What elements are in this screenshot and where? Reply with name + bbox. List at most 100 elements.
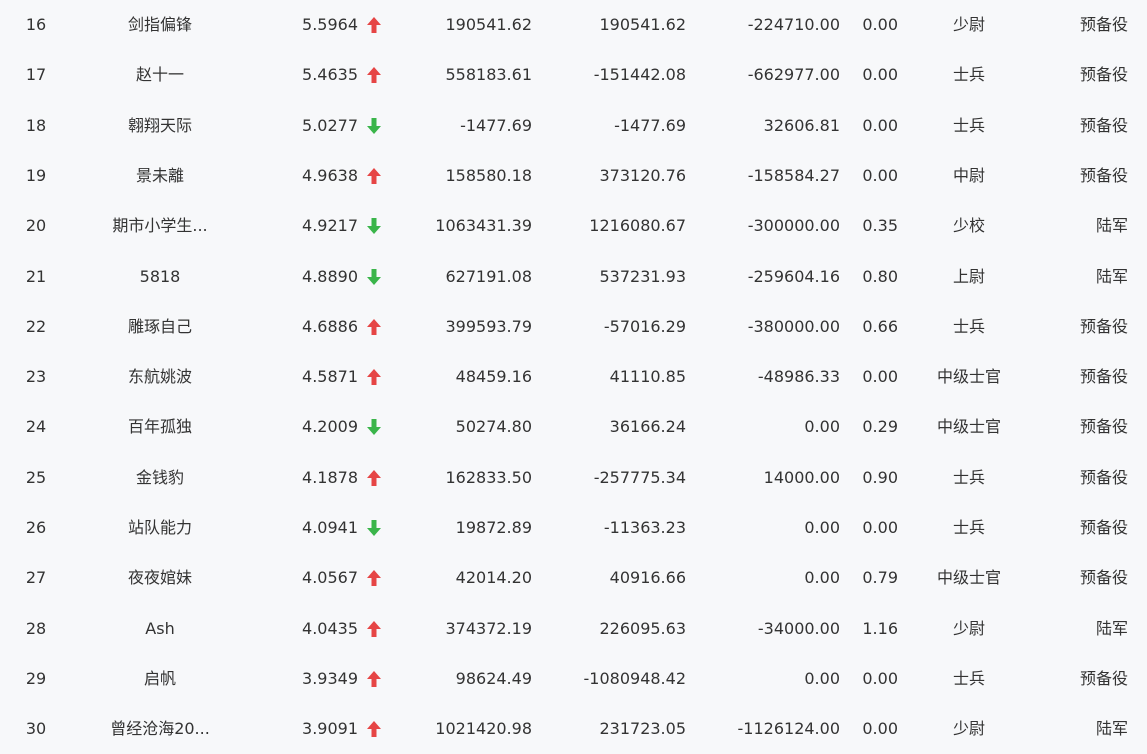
value4-cell: 0.79 xyxy=(862,568,898,588)
table-row[interactable]: 19 景未離 4.9638 158580.18 373120.76 -158584.27 0… xyxy=(0,151,1147,201)
table-row[interactable]: 30 曾经沧海20... 3.9091 1021420.98 231723.05 -112… xyxy=(0,704,1147,754)
value2-cell: 373120.76 xyxy=(599,165,686,185)
military-rank-cell: 士兵 xyxy=(952,65,985,85)
value4-cell: 0.90 xyxy=(862,467,898,487)
ratio-cell: 5.0277 xyxy=(302,115,358,135)
name-cell: 剑指偏锋 xyxy=(127,15,192,34)
value3-cell: -1126124.00 xyxy=(737,719,840,739)
value2-cell: 231723.05 xyxy=(599,719,686,739)
value3-cell: 0.00 xyxy=(804,417,840,437)
table-row[interactable]: 24 百年孤独 4.2009 50274.80 36166.24 0.00 0.29 中级士官… xyxy=(0,402,1147,452)
value2-cell: 36166.24 xyxy=(609,417,686,437)
name-cell: 景未離 xyxy=(135,165,184,185)
arrow-up-icon xyxy=(366,302,386,352)
name-cell: 曾经沧海20... xyxy=(110,719,210,739)
value2-cell: -57016.29 xyxy=(603,316,686,336)
value3-cell: -48986.33 xyxy=(757,367,840,387)
branch-cell: 预备役 xyxy=(1079,115,1128,135)
military-rank-cell: 中级士官 xyxy=(936,417,1001,437)
arrow-up-icon xyxy=(366,704,386,754)
value3-cell: -380000.00 xyxy=(747,316,840,336)
table-row[interactable]: 28 Ash 4.0435 374372.19 226095.63 -34000.00 1.… xyxy=(0,604,1147,654)
value2-cell: -1080948.42 xyxy=(583,668,686,688)
value2-cell: 40916.66 xyxy=(609,568,686,588)
rank-cell: 23 xyxy=(25,367,47,387)
value1-cell: 19872.89 xyxy=(455,518,532,537)
value2-cell: 41110.85 xyxy=(609,367,686,387)
value4-cell: 0.00 xyxy=(862,65,898,85)
value4-cell: 0.80 xyxy=(862,266,898,286)
name-cell: Ash xyxy=(145,618,175,638)
table-row[interactable]: 25 金钱豹 4.1878 162833.50 -257775.34 14000.00 0.… xyxy=(0,453,1147,503)
military-rank-cell: 士兵 xyxy=(952,518,985,537)
table-row[interactable]: 22 雕琢自己 4.6886 399593.79 -57016.29 -380000.00… xyxy=(0,302,1147,352)
military-rank-cell: 上尉 xyxy=(952,266,985,286)
rank-cell: 25 xyxy=(25,467,47,487)
value4-cell: 0.29 xyxy=(862,417,898,437)
value2-cell: 1216080.67 xyxy=(589,216,686,236)
name-cell: 雕琢自己 xyxy=(127,316,192,336)
military-rank-cell: 少校 xyxy=(952,216,985,236)
value4-cell: 0.00 xyxy=(862,115,898,135)
value2-cell: -11363.23 xyxy=(603,518,686,537)
branch-cell: 陆军 xyxy=(1095,618,1128,638)
rank-cell: 26 xyxy=(25,518,47,537)
arrow-up-icon xyxy=(366,654,386,704)
table-row[interactable]: 27 夜夜婠妹 4.0567 42014.20 40916.66 0.00 0.79 中级士官… xyxy=(0,553,1147,603)
rank-cell: 18 xyxy=(25,115,47,135)
table-row[interactable]: 21 5818 4.8890 627191.08 537231.93 -259604.16… xyxy=(0,252,1147,302)
value4-cell: 0.00 xyxy=(862,165,898,185)
military-rank-cell: 少尉 xyxy=(952,719,985,739)
value2-cell: 190541.62 xyxy=(599,15,686,34)
value4-cell: 0.66 xyxy=(862,316,898,336)
rank-cell: 30 xyxy=(25,719,47,739)
branch-cell: 预备役 xyxy=(1079,518,1128,537)
ratio-cell: 4.6886 xyxy=(302,316,358,336)
ratio-cell: 4.1878 xyxy=(302,467,358,487)
rank-cell: 19 xyxy=(25,165,47,185)
ratio-cell: 4.8890 xyxy=(302,266,358,286)
ratio-cell: 3.9349 xyxy=(302,668,358,688)
value1-cell: 158580.18 xyxy=(445,165,532,185)
ratio-cell: 4.2009 xyxy=(302,417,358,437)
name-cell: 金钱豹 xyxy=(135,467,184,487)
rank-cell: 29 xyxy=(25,668,47,688)
table-row[interactable]: 16 剑指偏锋 5.5964 190541.62 190541.62 -224710.00… xyxy=(0,0,1147,50)
branch-cell: 预备役 xyxy=(1079,467,1128,487)
rank-cell: 16 xyxy=(25,15,47,34)
table-row[interactable]: 23 东航姚波 4.5871 48459.16 41110.85 -48986.33 0.0… xyxy=(0,352,1147,402)
table-row[interactable]: 17 赵十一 5.4635 558183.61 -151442.08 -662977.00… xyxy=(0,50,1147,100)
table-row[interactable]: 29 启帆 3.9349 98624.49 -1080948.42 0.00 0.00 士兵 预… xyxy=(0,654,1147,704)
value3-cell: 32606.81 xyxy=(763,115,840,135)
branch-cell: 陆军 xyxy=(1095,266,1128,286)
arrow-up-icon xyxy=(366,453,386,503)
value1-cell: 1063431.39 xyxy=(435,216,532,236)
military-rank-cell: 士兵 xyxy=(952,467,985,487)
value1-cell: 627191.08 xyxy=(445,266,532,286)
table-row[interactable]: 26 站队能力 4.0941 19872.89 -11363.23 0.00 0.00 士兵 预… xyxy=(0,503,1147,553)
table-row[interactable]: 18 翱翔天际 5.0277 -1477.69 -1477.69 32606.81 0.00… xyxy=(0,101,1147,151)
value4-cell: 0.00 xyxy=(862,367,898,387)
arrow-down-icon xyxy=(366,101,386,151)
name-cell: 翱翔天际 xyxy=(127,115,192,135)
table-row[interactable]: 20 期市小学生... 4.9217 1063431.39 1216080.67 -300… xyxy=(0,201,1147,251)
branch-cell: 预备役 xyxy=(1079,15,1128,34)
branch-cell: 预备役 xyxy=(1079,65,1128,85)
rank-cell: 24 xyxy=(25,417,47,437)
arrow-up-icon xyxy=(366,0,386,50)
military-rank-cell: 士兵 xyxy=(952,316,985,336)
value1-cell: 48459.16 xyxy=(455,367,532,387)
value1-cell: 162833.50 xyxy=(445,467,532,487)
value3-cell: -224710.00 xyxy=(747,15,840,34)
ratio-cell: 4.9638 xyxy=(302,165,358,185)
ratio-cell: 4.5871 xyxy=(302,367,358,387)
military-rank-cell: 中尉 xyxy=(952,165,985,185)
arrow-up-icon xyxy=(366,352,386,402)
value4-cell: 0.00 xyxy=(862,15,898,34)
branch-cell: 陆军 xyxy=(1095,216,1128,236)
branch-cell: 预备役 xyxy=(1079,367,1128,387)
military-rank-cell: 中级士官 xyxy=(936,367,1001,387)
rank-cell: 20 xyxy=(25,216,47,236)
value1-cell: 50274.80 xyxy=(455,417,532,437)
branch-cell: 预备役 xyxy=(1079,417,1128,437)
